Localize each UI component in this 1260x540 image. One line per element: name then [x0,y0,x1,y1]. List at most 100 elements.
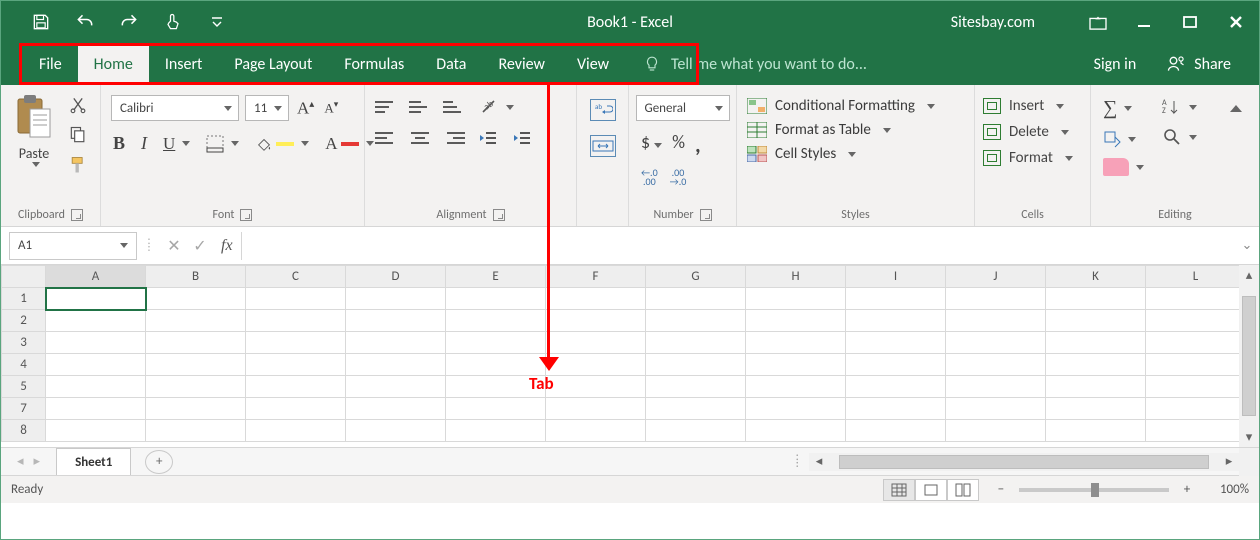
col-header[interactable]: G [646,266,746,288]
cell[interactable] [1146,354,1240,376]
cell[interactable] [1146,332,1240,354]
increase-decimal-icon[interactable]: ←.0.00 [641,168,658,186]
cell[interactable] [446,420,546,442]
cell[interactable] [146,288,246,310]
sheet-prev-icon[interactable]: ◂ [17,454,24,469]
cell[interactable] [946,288,1046,310]
cell[interactable] [246,288,346,310]
qat-customize-icon[interactable] [195,1,239,43]
cell[interactable] [746,420,846,442]
increase-indent-icon[interactable] [511,130,533,146]
format-as-table-button[interactable]: Format as Table [747,121,891,139]
cell[interactable] [246,420,346,442]
spreadsheet-grid[interactable]: A B C D E F G H I J K L 1 2 3 4 5 7 8 [1,265,1239,442]
increase-font-icon[interactable]: A▴ [295,97,316,119]
cell[interactable] [446,332,546,354]
col-header[interactable]: I [846,266,946,288]
scroll-right-icon[interactable]: ▸ [1221,454,1237,470]
cell[interactable] [146,332,246,354]
cell[interactable] [646,354,746,376]
align-bottom-icon[interactable] [443,98,465,116]
scroll-down-icon[interactable]: ▾ [1241,429,1257,445]
percent-format-icon[interactable]: % [672,131,685,158]
cell[interactable] [646,398,746,420]
align-middle-icon[interactable] [409,98,431,116]
cell[interactable] [746,310,846,332]
accounting-format-icon[interactable]: $ [641,131,662,158]
row-header[interactable]: 1 [2,288,46,310]
row-header[interactable]: 4 [2,354,46,376]
col-header[interactable]: J [946,266,1046,288]
conditional-formatting-button[interactable]: Conditional Formatting [747,97,935,115]
new-sheet-icon[interactable]: + [145,450,173,474]
cut-icon[interactable] [67,95,89,115]
cancel-formula-icon[interactable]: ✕ [161,236,187,256]
dialog-launcher-icon[interactable] [240,209,252,221]
bold-button[interactable]: B [111,133,127,154]
cell[interactable] [46,310,146,332]
row-header[interactable]: 5 [2,376,46,398]
sheet-next-icon[interactable]: ▸ [34,454,41,469]
underline-button[interactable]: U [161,134,192,154]
sheet-tab[interactable]: Sheet1 [56,448,131,475]
normal-view-icon[interactable] [883,479,915,501]
touch-mode-icon[interactable] [151,1,195,43]
dialog-launcher-icon[interactable] [700,209,712,221]
vertical-scrollbar[interactable]: ▴ ▾ [1239,265,1259,447]
cell[interactable] [246,332,346,354]
row-header[interactable]: 3 [2,332,46,354]
cell[interactable] [1046,332,1146,354]
cell[interactable] [946,398,1046,420]
expand-formula-bar-icon[interactable]: ⌄ [1235,238,1259,253]
cell[interactable] [846,354,946,376]
paste-button[interactable]: Paste [7,89,61,167]
col-header[interactable]: B [146,266,246,288]
col-header[interactable]: H [746,266,846,288]
cell[interactable] [846,332,946,354]
name-box[interactable]: A1 [9,232,137,260]
enter-formula-icon[interactable]: ✓ [187,236,213,256]
cell[interactable] [1146,310,1240,332]
decrease-font-icon[interactable]: A▾ [322,99,340,116]
cell[interactable] [946,354,1046,376]
cell[interactable] [546,398,646,420]
cell[interactable] [446,310,546,332]
cell[interactable] [246,376,346,398]
cell[interactable] [746,376,846,398]
cell[interactable] [646,332,746,354]
cell[interactable] [1146,420,1240,442]
col-header[interactable]: F [546,266,646,288]
italic-button[interactable]: I [139,133,149,154]
cell[interactable] [846,310,946,332]
merge-center-icon[interactable] [590,135,616,157]
dialog-launcher-icon[interactable] [493,209,505,221]
tab-split-icon[interactable]: ⁞ [786,454,809,469]
sort-filter-button[interactable]: AZ [1160,97,1199,117]
col-header[interactable]: E [446,266,546,288]
cell[interactable] [246,398,346,420]
cell[interactable] [546,332,646,354]
tell-me-search[interactable]: Tell me what you want to do... [643,43,867,85]
cell[interactable] [746,288,846,310]
cell[interactable] [846,288,946,310]
cell[interactable] [446,288,546,310]
cell[interactable] [946,332,1046,354]
cell[interactable] [946,420,1046,442]
zoom-value[interactable]: 100% [1205,482,1249,497]
cell[interactable] [46,420,146,442]
delete-cells-button[interactable]: Delete [983,123,1069,141]
cell[interactable] [46,376,146,398]
cell[interactable] [946,376,1046,398]
scroll-thumb[interactable] [1242,296,1256,416]
cell[interactable] [446,354,546,376]
tab-review[interactable]: Review [482,43,561,85]
scroll-thumb[interactable] [839,455,1209,469]
cell[interactable] [246,310,346,332]
align-right-icon[interactable] [443,129,465,147]
cell-a1[interactable] [46,288,146,310]
cell[interactable] [746,332,846,354]
cell[interactable] [146,420,246,442]
undo-icon[interactable] [63,1,107,43]
format-painter-icon[interactable] [67,155,89,175]
tab-view[interactable]: View [561,43,625,85]
